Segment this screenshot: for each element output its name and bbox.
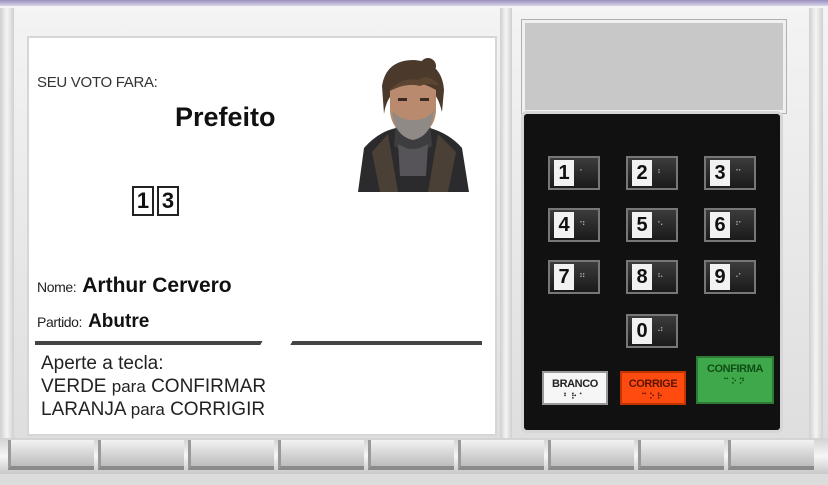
instruction-line-1: Aperte a tecla:: [41, 353, 164, 374]
key-8[interactable]: 8 ⠓: [626, 260, 678, 294]
bezel-segment: [8, 440, 94, 470]
key-4-label: 4: [554, 212, 574, 238]
key-1[interactable]: 1 ⠁: [548, 156, 600, 190]
key-1-label: 1: [554, 160, 574, 186]
key-6[interactable]: 6 ⠋: [704, 208, 756, 242]
braille-icon: ⠚: [657, 325, 665, 336]
candidate-name-field: Nome: Arthur Cervero: [37, 274, 232, 298]
braille-icon: ⠑: [657, 219, 665, 230]
instruction-para-1: para: [111, 377, 146, 396]
voting-machine: SEU VOTO FARA: Prefeito 1 3 Nome: Arthur…: [0, 0, 828, 485]
candidate-portrait-icon: [358, 58, 469, 192]
key-3-label: 3: [710, 160, 730, 186]
machine-top-rim: [0, 0, 828, 6]
instruction-confirm-word: CONFIRMAR: [151, 376, 267, 397]
party-label: Partido:: [37, 314, 83, 330]
confirm-label: CONFIRMA: [706, 363, 764, 375]
key-9[interactable]: 9 ⠊: [704, 260, 756, 294]
bezel-segment: [368, 440, 454, 470]
braille-icon: ⠛: [579, 271, 587, 282]
bezel-segment: [638, 440, 724, 470]
key-8-label: 8: [632, 264, 652, 290]
frame-right-edge: [809, 8, 823, 463]
confirm-button[interactable]: CONFIRMA ⠉⠕⠝: [696, 356, 774, 404]
digit-box-1: 1: [132, 186, 154, 216]
candidate-party: Abutre: [88, 311, 150, 332]
bezel-segment: [278, 440, 364, 470]
braille-icon: ⠉⠕⠝: [723, 377, 747, 386]
instructions-divider: [35, 341, 482, 345]
braille-icon: ⠓: [657, 271, 665, 282]
instruction-orange-word: LARANJA: [41, 399, 126, 420]
key-5[interactable]: 5 ⠑: [626, 208, 678, 242]
frame-left-edge: [0, 8, 14, 463]
key-7[interactable]: 7 ⠛: [548, 260, 600, 294]
key-5-label: 5: [632, 212, 652, 238]
key-2-label: 2: [632, 160, 652, 186]
bezel-segment: [458, 440, 544, 470]
key-0-label: 0: [632, 318, 652, 344]
instruction-para-2: para: [130, 400, 165, 419]
blank-vote-button[interactable]: BRANCO ⠃⠗⠁: [542, 371, 608, 405]
braille-icon: ⠃: [657, 167, 665, 178]
keypad: 1 ⠁ 2 ⠃ 3 ⠉ 4 ⠙ 5 ⠑ 6 ⠋ 7 ⠛ 8 ⠓ 9 ⠊ 0 ⠚ BRANCO: [524, 114, 780, 430]
divider-gap: [258, 336, 296, 348]
bezel-segment: [728, 440, 814, 470]
correct-label: CORRIGE: [628, 378, 678, 390]
bezel-segment: [548, 440, 634, 470]
bezel-segment: [188, 440, 274, 470]
blank-vote-label: BRANCO: [552, 378, 598, 390]
braille-icon: ⠉: [735, 167, 743, 178]
secondary-display: [522, 20, 786, 113]
instruction-line-3: LARANJA para CORRIGIR: [41, 398, 266, 421]
key-0[interactable]: 0 ⠚: [626, 314, 678, 348]
office-title: Prefeito: [175, 102, 276, 132]
candidate-photo: [358, 56, 469, 192]
key-3[interactable]: 3 ⠉: [704, 156, 756, 190]
key-7-label: 7: [554, 264, 574, 290]
braille-icon: ⠃⠗⠁: [563, 392, 587, 401]
ballot-screen: SEU VOTO FARA: Prefeito 1 3 Nome: Arthur…: [27, 36, 497, 436]
candidate-name: Arthur Cervero: [82, 274, 232, 297]
braille-icon: ⠁: [579, 167, 587, 178]
bezel-segment: [98, 440, 184, 470]
braille-icon: ⠋: [735, 219, 743, 230]
instruction-green-word: VERDE: [41, 376, 107, 397]
braille-icon: ⠉⠕⠗: [641, 392, 665, 401]
key-6-label: 6: [710, 212, 730, 238]
key-4[interactable]: 4 ⠙: [548, 208, 600, 242]
braille-icon: ⠊: [735, 271, 743, 282]
braille-icon: ⠙: [579, 219, 587, 230]
instructions-text: Aperte a tecla: VERDE para CONFIRMAR LAR…: [41, 352, 266, 421]
key-2[interactable]: 2 ⠃: [626, 156, 678, 190]
instruction-correct-word: CORRIGIR: [170, 399, 266, 420]
key-9-label: 9: [710, 264, 730, 290]
candidate-party-field: Partido: Abutre: [37, 311, 149, 333]
vote-header-label: SEU VOTO FARA:: [37, 74, 158, 91]
correct-button[interactable]: CORRIGE ⠉⠕⠗: [620, 371, 686, 405]
candidate-number: 1 3: [132, 186, 179, 216]
instruction-line-2: VERDE para CONFIRMAR: [41, 375, 266, 398]
digit-box-2: 3: [157, 186, 179, 216]
frame-center-divider: [500, 8, 512, 463]
name-label: Nome:: [37, 279, 77, 295]
